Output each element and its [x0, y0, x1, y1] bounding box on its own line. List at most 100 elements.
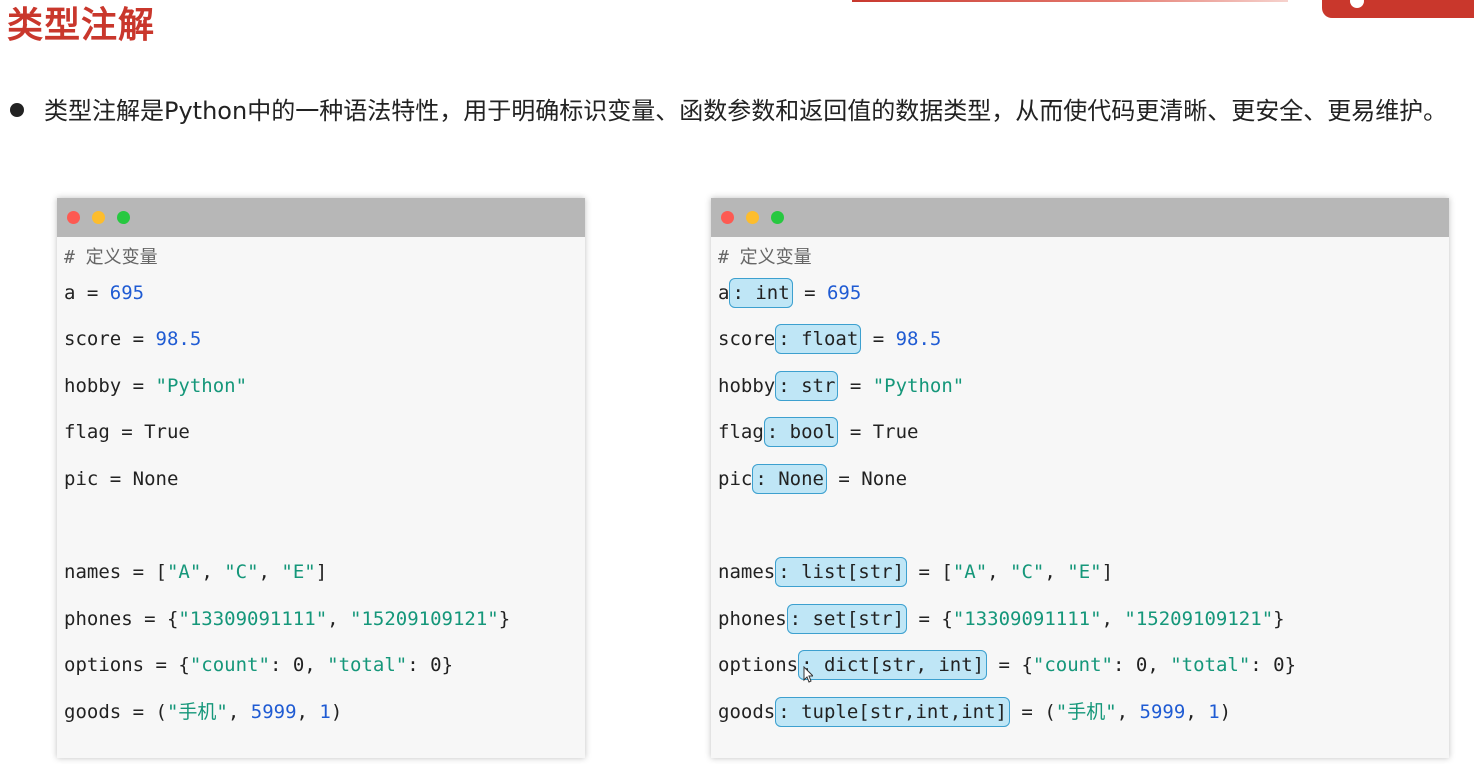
corner-dot-icon — [1350, 0, 1364, 8]
bracket: ( — [155, 701, 167, 723]
assign-op: = — [1009, 701, 1045, 723]
code-line-a: a: int = 695 — [718, 278, 861, 308]
mouse-cursor-icon — [803, 666, 813, 683]
separator: : — [1250, 654, 1274, 676]
bracket: [ — [155, 561, 167, 583]
number-literal: 0 — [1273, 654, 1285, 676]
string-literal: "13309091111" — [952, 608, 1102, 630]
minimize-dot-icon — [746, 211, 759, 224]
string-literal: "15209109121" — [1124, 608, 1274, 630]
bracket: { — [178, 654, 190, 676]
number-literal: 1 — [319, 701, 331, 723]
var-name: goods — [718, 701, 776, 723]
number-literal: 0 — [1135, 654, 1148, 676]
code-line-names: names: list[str] = ["A", "C", "E"] — [718, 557, 1113, 587]
value: 98.5 — [155, 328, 202, 350]
number-literal: 0 — [292, 654, 305, 676]
var-name: phones — [718, 608, 787, 630]
number-literal: 5999 — [250, 701, 297, 723]
type-annotation: : list[str] — [775, 557, 908, 587]
code-line-score: score = 98.5 — [64, 324, 201, 354]
type-annotation: : str — [775, 371, 839, 401]
var-name: flag — [64, 421, 110, 443]
type-annotation: : bool — [763, 417, 839, 447]
var-name: flag — [718, 421, 764, 443]
var-name: options — [718, 654, 799, 676]
string-literal: "A" — [166, 561, 202, 583]
window-titlebar — [711, 198, 1449, 237]
type-annotation: : set[str] — [786, 604, 908, 634]
var-name: options — [64, 654, 145, 676]
assign-op: = — [987, 654, 1022, 676]
bracket: { — [166, 608, 179, 630]
code-line-pic: pic = None — [64, 464, 178, 494]
value: 695 — [826, 282, 862, 304]
code-line-options: options = {"count": 0, "total": 0} — [64, 650, 453, 680]
page-title: 类型注解 — [7, 5, 156, 46]
assign-op: = — [132, 608, 167, 630]
bracket: } — [441, 654, 454, 676]
code-line-flag: flag = True — [64, 417, 190, 447]
code-comment: # 定义变量 — [64, 247, 158, 268]
bracket: ( — [1044, 701, 1056, 723]
separator: : — [407, 654, 431, 676]
string-literal: "E" — [1067, 561, 1102, 583]
assign-op: = — [838, 421, 873, 443]
code-window-annotated: # 定义变量 a: int = 695 score: float = 98.5 … — [711, 198, 1449, 758]
code-line-phones: phones = {"13309091111", "15209109121"} — [64, 604, 510, 634]
var-name: score — [718, 328, 776, 350]
assign-op: = — [907, 561, 942, 583]
var-name: names — [64, 561, 122, 583]
type-annotation: : None — [752, 464, 827, 494]
assign-op: = — [121, 561, 156, 583]
string-literal: "C" — [1010, 561, 1045, 583]
bracket: } — [1284, 654, 1297, 676]
value: 98.5 — [895, 328, 942, 350]
window-titlebar — [57, 198, 585, 237]
separator: , — [987, 561, 1011, 583]
var-name: names — [718, 561, 776, 583]
bracket: } — [498, 608, 511, 630]
close-dot-icon — [67, 211, 80, 224]
separator: : — [1112, 654, 1136, 676]
separator: : — [269, 654, 293, 676]
bracket: ) — [1219, 701, 1232, 723]
bracket: [ — [941, 561, 953, 583]
value: "Python" — [155, 375, 248, 397]
bullet-icon — [10, 103, 24, 117]
separator: , — [1147, 654, 1171, 676]
separator: , — [1116, 701, 1140, 723]
var-name: a — [64, 282, 76, 304]
var-name: phones — [64, 608, 133, 630]
var-name: pic — [64, 468, 99, 490]
separator: , — [1044, 561, 1068, 583]
assign-op: = — [838, 375, 873, 397]
code-line-hobby: hobby: str = "Python" — [718, 371, 964, 401]
minimize-dot-icon — [92, 211, 105, 224]
code-window-plain: # 定义变量 a = 695 score = 98.5 hobby = "Pyt… — [57, 198, 585, 758]
bracket: ] — [315, 561, 328, 583]
string-literal: "手机" — [1055, 701, 1117, 723]
var-name: hobby — [64, 375, 122, 397]
bracket: ] — [1101, 561, 1114, 583]
string-literal: "15209109121" — [350, 608, 499, 630]
code-line-pic: pic: None = None — [718, 464, 907, 494]
number-literal: 1 — [1208, 701, 1220, 723]
separator: , — [304, 654, 328, 676]
string-literal: "C" — [224, 561, 259, 583]
value: None — [132, 468, 179, 490]
assign-op: = — [121, 375, 156, 397]
code-line-goods: goods = ("手机", 5999, 1) — [64, 697, 342, 727]
var-name: goods — [64, 701, 122, 723]
code-line-phones: phones: set[str] = {"13309091111", "1520… — [718, 604, 1285, 634]
code-line-hobby: hobby = "Python" — [64, 371, 247, 401]
separator: , — [327, 608, 351, 630]
header-accent-bar — [852, 0, 1288, 2]
assign-op: = — [826, 468, 862, 490]
assign-op: = — [121, 328, 156, 350]
value: None — [861, 468, 908, 490]
string-literal: "13309091111" — [178, 608, 328, 630]
type-annotation: : int — [729, 278, 793, 308]
code-line-score: score: float = 98.5 — [718, 324, 941, 354]
number-literal: 0 — [430, 654, 442, 676]
